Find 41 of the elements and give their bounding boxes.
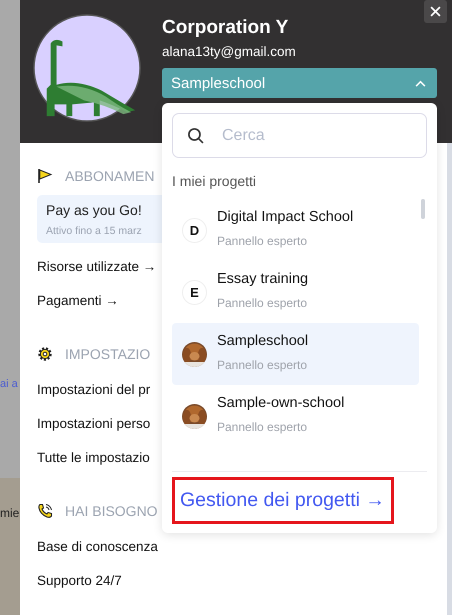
project-item[interactable]: Sampleschool Pannello esperto xyxy=(172,323,419,385)
phone-icon xyxy=(37,503,53,519)
flag-icon xyxy=(37,168,53,184)
project-name: Digital Impact School xyxy=(217,208,354,224)
close-button[interactable] xyxy=(424,0,447,23)
project-role: Pannello esperto xyxy=(217,358,308,372)
search-field[interactable]: Cerca xyxy=(172,113,427,158)
manage-projects-link[interactable]: Gestione dei progetti → xyxy=(172,477,394,524)
project-item[interactable]: D Digital Impact School Pannello esperto xyxy=(172,199,419,261)
project-role: Pannello esperto xyxy=(217,234,308,248)
project-name: Sample-own-school xyxy=(217,394,344,410)
user-email: alana13ty@gmail.com xyxy=(162,43,297,61)
plan-name: Pay as you Go! xyxy=(46,202,143,218)
backdrop-text: mie xyxy=(0,506,20,520)
project-initial: E xyxy=(182,280,207,304)
gear-icon xyxy=(37,346,53,362)
section-title: IMPOSTAZIO xyxy=(65,346,150,362)
menu-link[interactable]: Impostazioni perso xyxy=(37,407,150,441)
menu-link[interactable]: Base di conoscenza xyxy=(37,530,158,564)
project-item[interactable]: Sample-own-school Pannello esperto xyxy=(172,385,419,447)
menu-link[interactable]: Impostazioni del pr xyxy=(37,373,150,407)
organization-name: Corporation Y xyxy=(162,16,290,40)
project-initial: D xyxy=(182,218,207,242)
close-icon xyxy=(430,6,441,17)
section-title: ABBONAMEN xyxy=(65,168,154,184)
project-role: Pannello esperto xyxy=(217,296,308,310)
plan-expiry: Attivo fino a 15 marz xyxy=(46,225,143,237)
search-icon xyxy=(187,127,204,144)
menu-link[interactable]: Tutte le impostazio xyxy=(37,441,150,475)
projects-heading: I miei progetti xyxy=(172,173,258,189)
project-name: Essay training xyxy=(217,270,308,286)
chevron-icon xyxy=(415,80,426,86)
project-role: Pannello esperto xyxy=(217,420,308,434)
project-name: Sampleschool xyxy=(217,332,308,348)
menu-link[interactable]: Risorse utilizzate → xyxy=(37,250,156,284)
menu-link[interactable]: Supporto 24/7 xyxy=(37,564,122,598)
project-item[interactable]: E Essay training Pannello esperto xyxy=(172,261,419,323)
section-title: HAI BISOGNO xyxy=(65,503,158,519)
backdrop-text: ai a xyxy=(0,378,19,390)
scrollbar-thumb xyxy=(421,199,425,219)
menu-link[interactable]: Pagamenti → xyxy=(37,284,119,318)
